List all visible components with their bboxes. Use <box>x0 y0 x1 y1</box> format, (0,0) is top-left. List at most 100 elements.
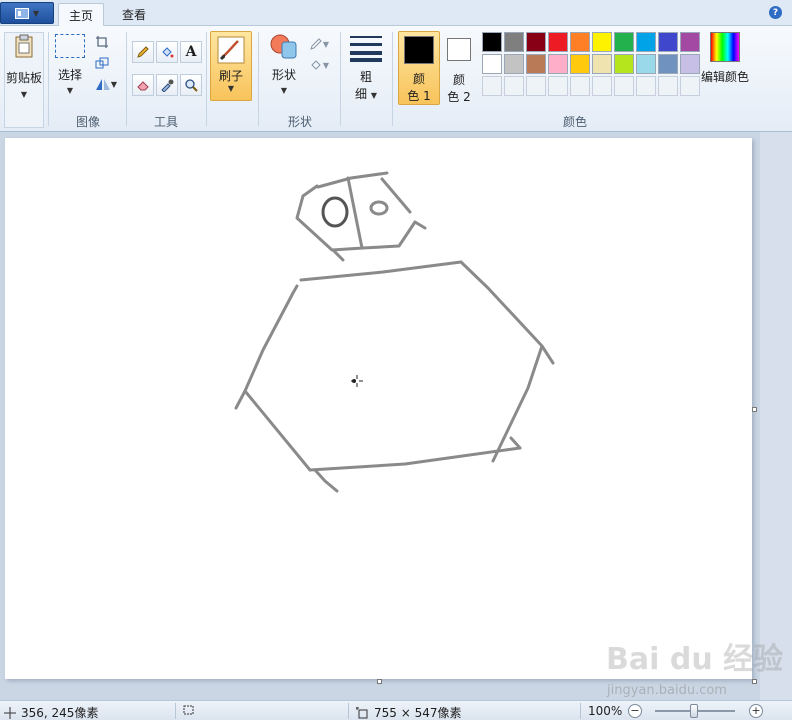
image-group-label: 图像 <box>75 115 100 129</box>
status-divider <box>348 703 349 719</box>
chevron-down-icon: ▼ <box>322 60 330 70</box>
chevron-down-icon: ▼ <box>322 39 330 49</box>
zoom-level-value: 100% <box>588 704 623 718</box>
size-button[interactable]: 粗 细 ▼ <box>346 34 386 106</box>
palette-custom-slot[interactable] <box>526 76 546 96</box>
resize-handle-right[interactable] <box>752 407 757 412</box>
fill-tool[interactable] <box>156 41 178 63</box>
palette-swatch[interactable] <box>680 32 700 52</box>
resize-handle-corner[interactable] <box>752 679 757 684</box>
color2-button[interactable]: 颜 色 2 <box>442 31 476 105</box>
magnifier-tool[interactable] <box>180 74 202 96</box>
palette-swatch[interactable] <box>526 54 546 74</box>
palette-custom-slot[interactable] <box>482 76 502 96</box>
eraser-icon <box>137 81 149 91</box>
select-rect-icon <box>55 34 85 58</box>
clipboard-button[interactable]: 剪贴板 ▼ <box>4 32 44 128</box>
image-size: 755 × 547像素 <box>356 704 462 720</box>
text-tool[interactable]: A <box>180 41 202 63</box>
colors-group-label: 颜色 <box>562 115 587 129</box>
help-icon[interactable]: ? <box>769 6 782 19</box>
drawing-canvas[interactable] <box>5 138 752 679</box>
palette-swatch[interactable] <box>482 32 502 52</box>
chevron-down-icon: ▼ <box>32 8 40 18</box>
group-separator <box>206 32 207 126</box>
crop-button[interactable] <box>92 32 112 52</box>
select-button[interactable]: 选择 ▼ <box>52 32 88 106</box>
zoom-slider-thumb[interactable] <box>690 704 698 718</box>
rotate-button[interactable]: ▼ <box>92 74 120 94</box>
drawing-stroke <box>243 389 312 472</box>
zoom-in-button[interactable]: + <box>749 704 763 718</box>
palette-swatch[interactable] <box>658 32 678 52</box>
palette-swatch[interactable] <box>570 32 590 52</box>
palette-swatch[interactable] <box>680 54 700 74</box>
brushes-button[interactable]: 刷子 ▼ <box>210 31 252 101</box>
shapes-button[interactable]: 形状 ▼ <box>264 32 304 106</box>
palette-custom-slot[interactable] <box>658 76 678 96</box>
drawing-stroke <box>509 436 522 450</box>
select-label: 选择 <box>57 68 82 82</box>
drawing-stroke <box>346 176 364 250</box>
chevron-down-icon: ▼ <box>110 79 118 89</box>
palette-swatch[interactable] <box>482 54 502 74</box>
color1-label-line1: 颜 <box>412 72 425 86</box>
resize-button[interactable] <box>92 53 112 73</box>
palette-swatch[interactable] <box>504 32 524 52</box>
outline-pencil-icon <box>310 38 322 50</box>
palette-custom-slot[interactable] <box>614 76 634 96</box>
drawing-stroke <box>316 171 389 189</box>
palette-swatch[interactable] <box>570 54 590 74</box>
paint-bucket-icon <box>162 47 174 58</box>
palette-custom-slot[interactable] <box>636 76 656 96</box>
palette-custom-slot[interactable] <box>548 76 568 96</box>
text-icon: A <box>185 44 197 60</box>
chevron-down-icon: ▼ <box>66 86 74 95</box>
palette-swatch[interactable] <box>526 32 546 52</box>
tools-group-label: 工具 <box>153 115 178 129</box>
palette-swatch[interactable] <box>504 54 524 74</box>
drawing-stroke <box>313 468 339 493</box>
palette-swatch[interactable] <box>592 32 612 52</box>
palette-swatch[interactable] <box>614 32 634 52</box>
color-picker-tool[interactable] <box>156 74 178 96</box>
palette-swatch[interactable] <box>548 54 568 74</box>
edit-colors-button[interactable]: 编辑颜色 <box>700 32 750 85</box>
palette-swatch[interactable] <box>636 32 656 52</box>
tab-home[interactable]: 主页 <box>58 3 105 27</box>
palette-custom-slot[interactable] <box>592 76 612 96</box>
palette-swatch[interactable] <box>658 54 678 74</box>
cursor-position-value: 356, 245像素 <box>21 706 99 720</box>
outline-button[interactable]: ▼ <box>306 34 332 54</box>
crosshair-icon <box>4 706 16 719</box>
status-bar: 356, 245像素 755 × 547像素 100% − + <box>0 700 792 720</box>
drawing-stroke <box>331 248 345 262</box>
rainbow-icon <box>710 32 740 62</box>
color1-label-line2: 色 1 <box>407 89 431 103</box>
palette-swatch[interactable] <box>636 54 656 74</box>
color1-button[interactable]: 颜 色 1 <box>398 31 440 105</box>
palette-swatch[interactable] <box>614 54 634 74</box>
tab-view-label: 查看 <box>122 8 147 22</box>
crosshair-cursor-icon <box>351 375 363 387</box>
chevron-down-icon: ▼ <box>280 86 288 95</box>
eraser-tool[interactable] <box>132 74 154 96</box>
palette-swatch[interactable] <box>592 54 612 74</box>
vertical-scroll-area[interactable] <box>760 132 792 700</box>
app-menu-button[interactable]: ▼ <box>0 2 54 24</box>
image-size-value: 755 × 547像素 <box>374 706 462 720</box>
selection-icon <box>183 705 194 715</box>
size-label-line1: 粗 <box>359 70 372 84</box>
chevron-down-icon: ▼ <box>20 90 28 99</box>
resize-handle-bottom[interactable] <box>377 679 382 684</box>
palette-custom-slot[interactable] <box>570 76 590 96</box>
palette-custom-slot[interactable] <box>504 76 524 96</box>
palette-custom-slot[interactable] <box>680 76 700 96</box>
palette-swatch[interactable] <box>548 32 568 52</box>
zoom-out-button[interactable]: − <box>628 704 642 718</box>
baidu-watermark: Bai du 经验 <box>606 642 784 677</box>
pencil-tool[interactable] <box>132 41 154 63</box>
fill-button[interactable]: ▼ <box>306 55 332 75</box>
tab-view[interactable]: 查看 <box>112 3 156 26</box>
clipboard-label: 剪贴板 <box>5 71 42 85</box>
